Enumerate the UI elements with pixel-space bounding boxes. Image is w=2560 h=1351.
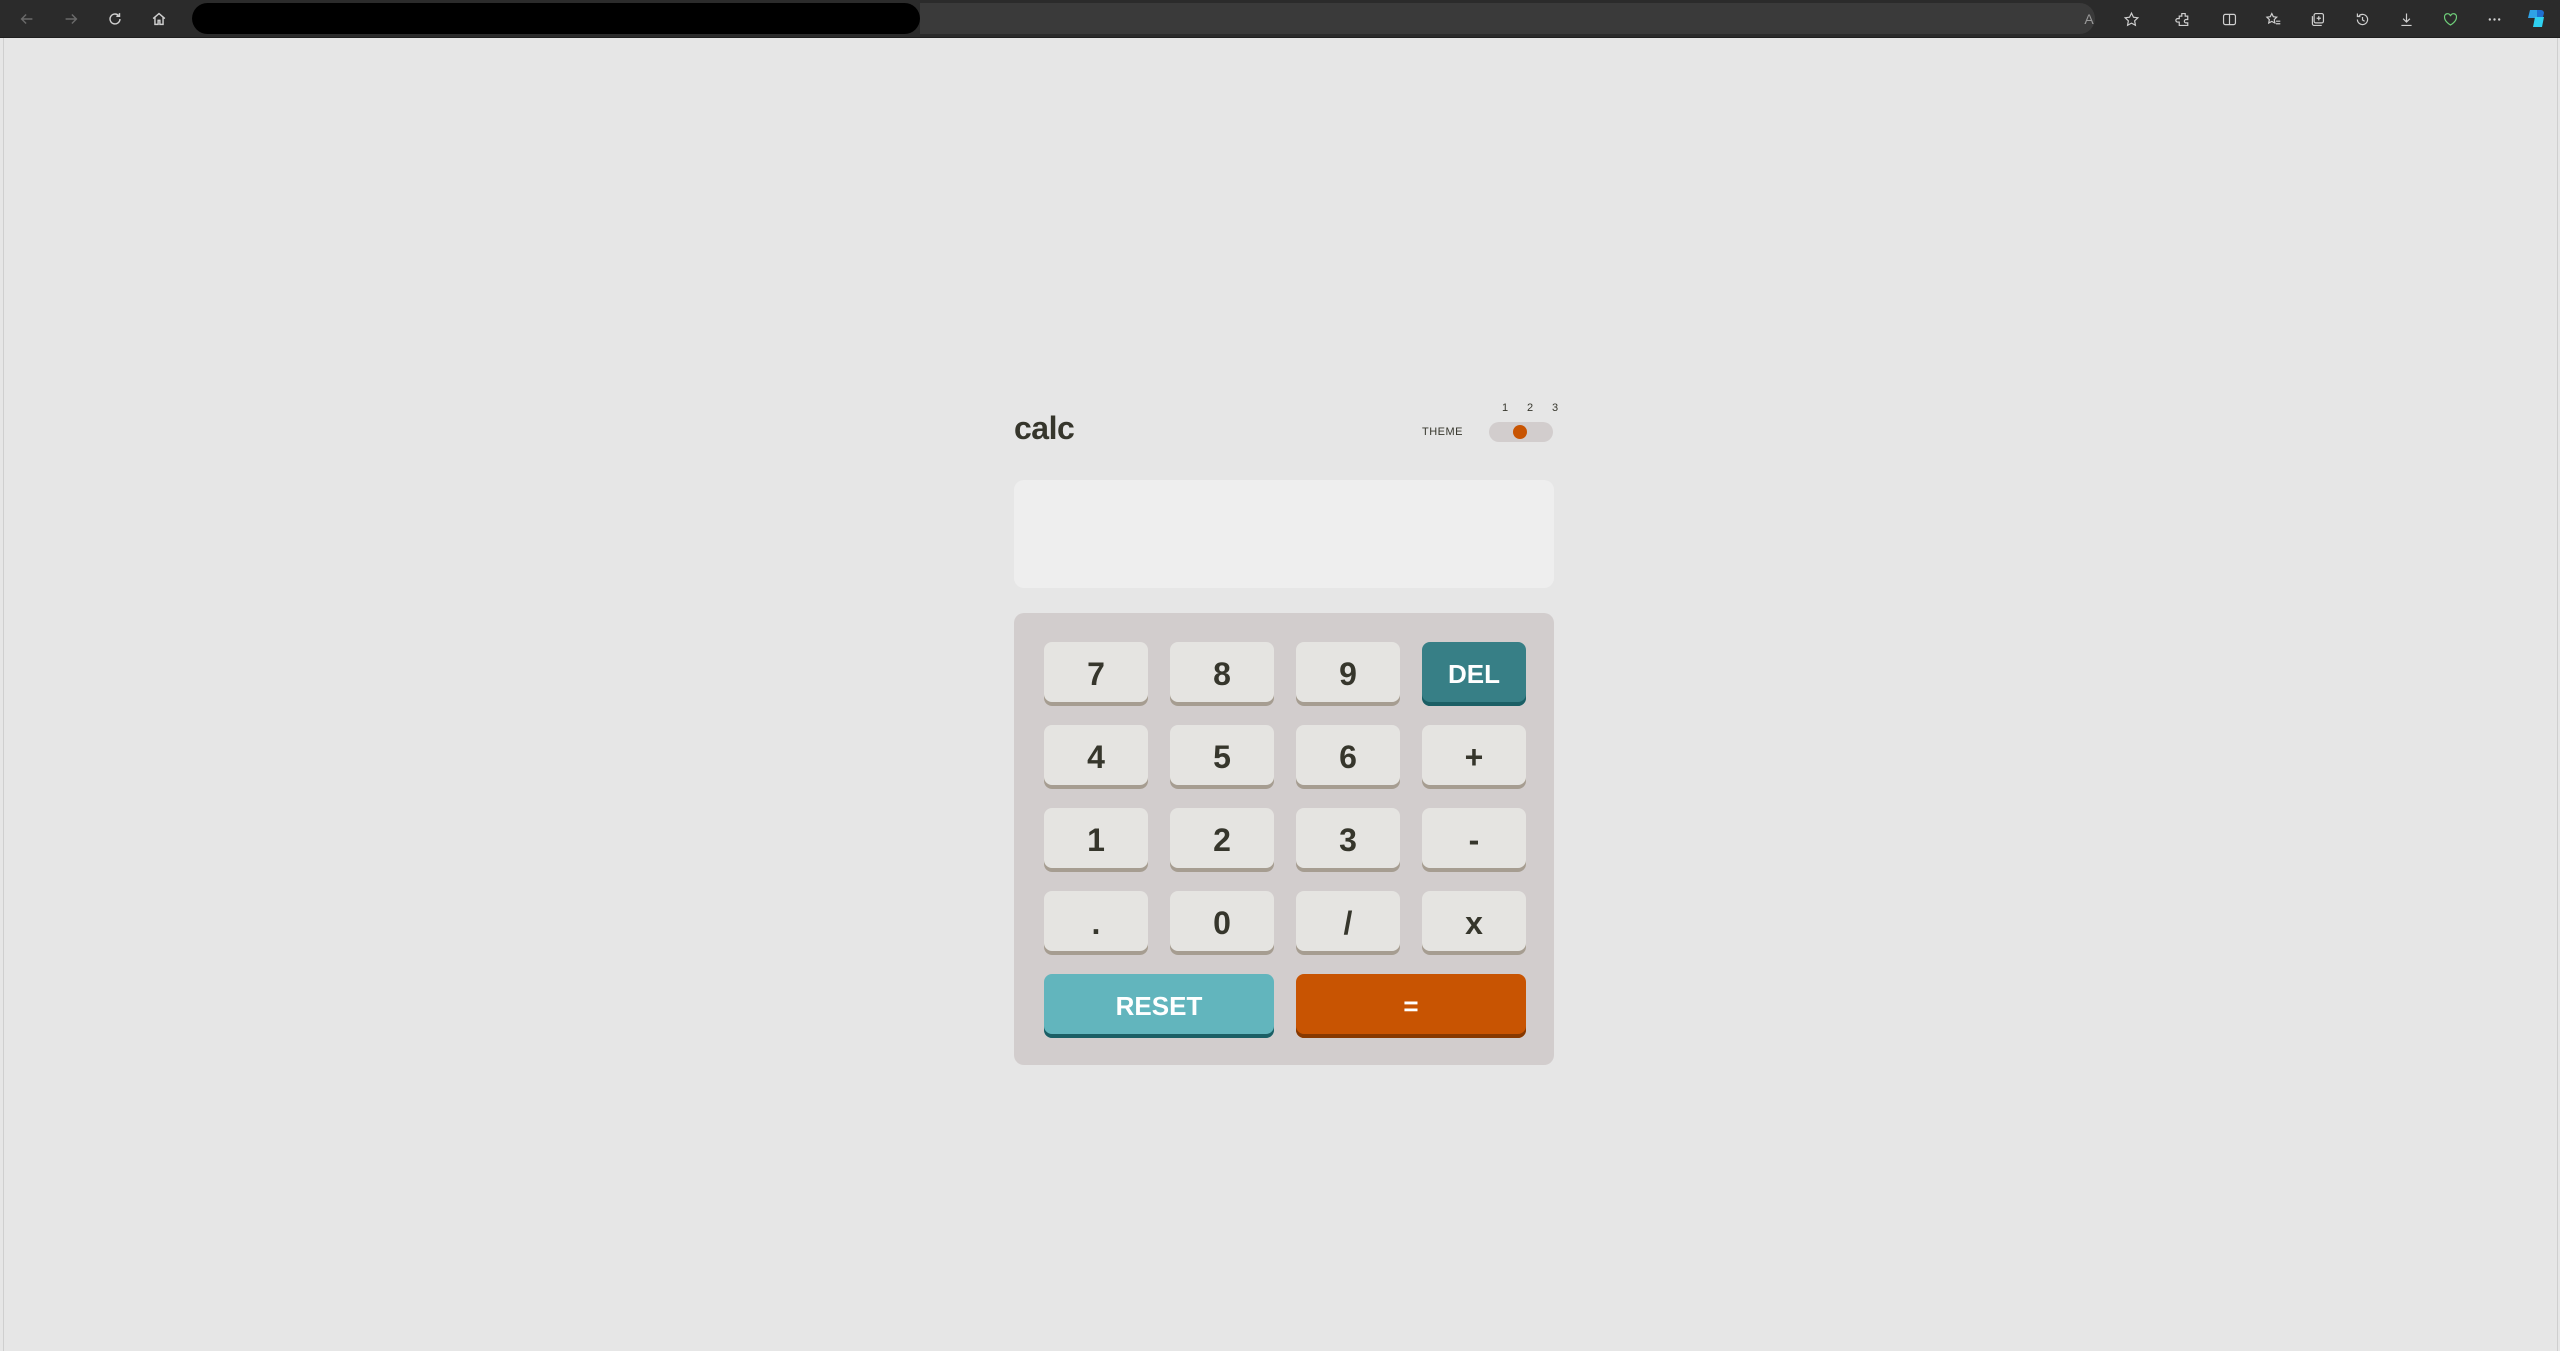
split-screen-icon[interactable] [2217, 7, 2241, 31]
app-title: calc [1014, 410, 1075, 446]
back-icon[interactable] [14, 6, 40, 32]
key-4[interactable]: 4 [1044, 725, 1148, 789]
decimal-button[interactable]: . [1044, 891, 1148, 955]
redacted-url [192, 3, 920, 34]
key-8[interactable]: 8 [1170, 642, 1274, 706]
address-bar-extension[interactable] [920, 3, 2095, 34]
more-options-icon[interactable] [2482, 7, 2506, 31]
minus-button[interactable]: - [1422, 808, 1526, 872]
equals-button[interactable]: = [1296, 974, 1526, 1038]
refresh-icon[interactable] [102, 6, 128, 32]
key-3[interactable]: 3 [1296, 808, 1400, 872]
reset-button[interactable]: RESET [1044, 974, 1274, 1038]
key-2[interactable]: 2 [1170, 808, 1274, 872]
copilot-icon[interactable] [2524, 7, 2548, 31]
theme-toggle-knob[interactable] [1513, 425, 1527, 439]
multiply-button[interactable]: x [1422, 891, 1526, 955]
key-0[interactable]: 0 [1170, 891, 1274, 955]
theme-option-2[interactable]: 2 [1523, 402, 1537, 414]
calculator-header: calc THEME 1 2 3 [1014, 400, 1558, 460]
theme-toggle[interactable] [1489, 422, 1553, 442]
theme-option-3[interactable]: 3 [1548, 402, 1562, 414]
extensions-icon[interactable] [2171, 7, 2195, 31]
key-6[interactable]: 6 [1296, 725, 1400, 789]
key-9[interactable]: 9 [1296, 642, 1400, 706]
delete-button[interactable]: DEL [1422, 642, 1526, 706]
plus-button[interactable]: + [1422, 725, 1526, 789]
favorites-icon[interactable] [2261, 7, 2285, 31]
calculator: calc THEME 1 2 3 7 8 9 DEL 4 5 6 + 1 2 3… [1014, 400, 1558, 1065]
key-5[interactable]: 5 [1170, 725, 1274, 789]
read-aloud-label: A [2084, 11, 2094, 27]
key-1[interactable]: 1 [1044, 808, 1148, 872]
home-icon[interactable] [146, 6, 172, 32]
browser-essentials-icon[interactable] [2438, 7, 2462, 31]
favorite-star-icon[interactable] [2119, 7, 2143, 31]
keypad: 7 8 9 DEL 4 5 6 + 1 2 3 - . 0 / x RESET … [1014, 613, 1554, 1065]
downloads-icon[interactable] [2394, 7, 2418, 31]
divide-button[interactable]: / [1296, 891, 1400, 955]
theme-label: THEME [1422, 426, 1463, 438]
page-viewport: calc THEME 1 2 3 7 8 9 DEL 4 5 6 + 1 2 3… [3, 38, 2558, 1351]
theme-numbers: 1 2 3 [1498, 402, 1562, 414]
calculator-display [1014, 480, 1554, 588]
collections-icon[interactable] [2305, 7, 2329, 31]
browser-toolbar: A [0, 0, 2560, 38]
key-7[interactable]: 7 [1044, 642, 1148, 706]
forward-icon[interactable] [58, 6, 84, 32]
address-bar[interactable] [192, 3, 920, 34]
theme-option-1[interactable]: 1 [1498, 402, 1512, 414]
read-aloud-icon[interactable]: A [2077, 7, 2101, 31]
history-icon[interactable] [2350, 7, 2374, 31]
